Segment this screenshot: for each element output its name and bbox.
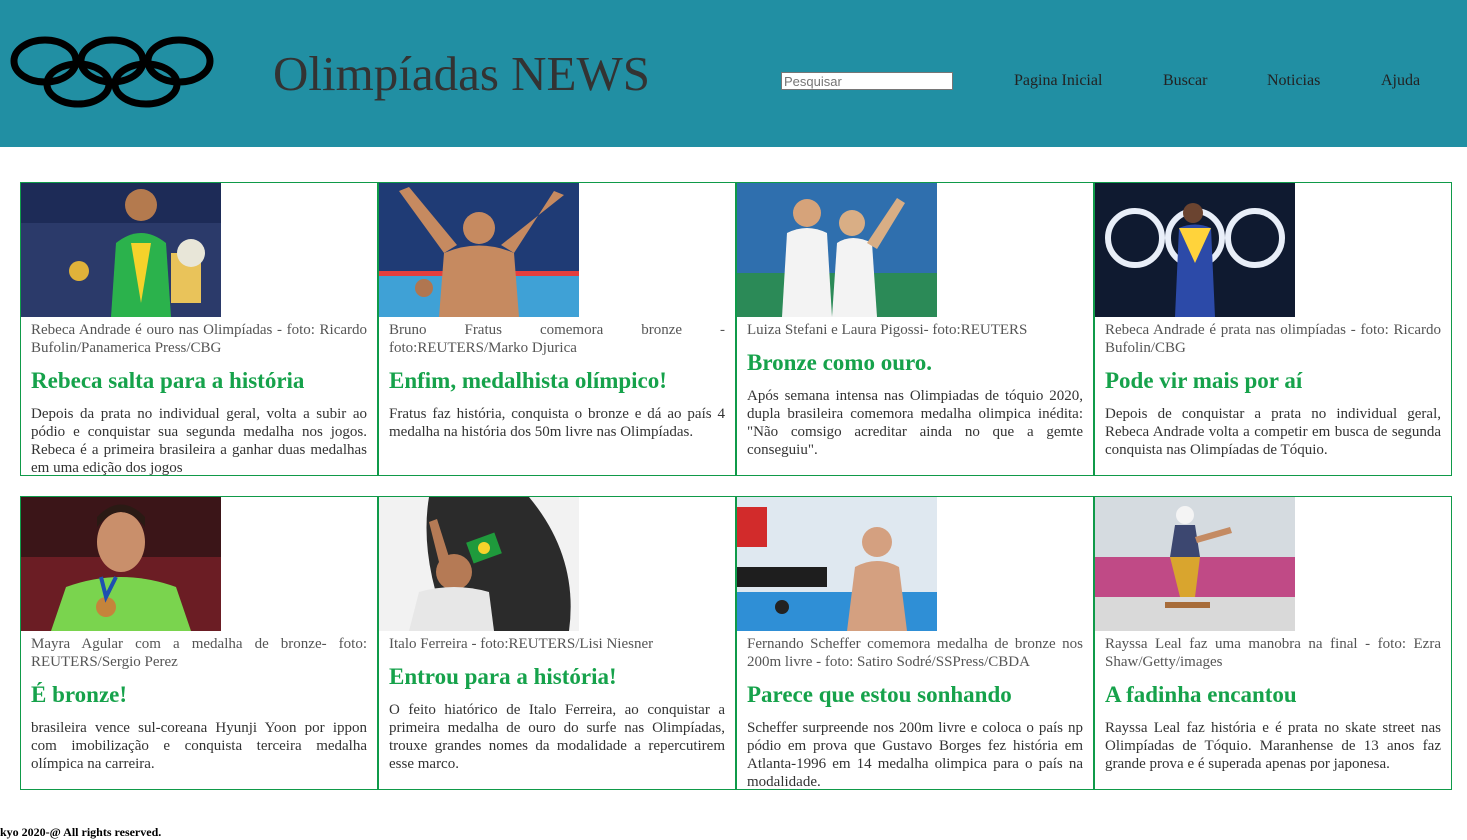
article-summary: Rayssa Leal faz história e é prata no sk… <box>1105 720 1441 772</box>
article-summary: Após semana intensa nas Olimpiadas de tó… <box>747 388 1083 458</box>
news-card[interactable]: Italo Ferreira - foto:REUTERS/Lisi Niesn… <box>378 496 736 790</box>
article-photo[interactable] <box>1095 497 1295 631</box>
article-headline[interactable]: Parece que estou sonhando <box>747 681 1083 709</box>
article-headline[interactable]: Bronze como ouro. <box>747 349 1083 377</box>
nav-pagina-inicial[interactable]: Pagina Inicial <box>1014 72 1102 90</box>
article-summary: Fratus faz história, conquista o bronze … <box>389 406 725 440</box>
news-card[interactable]: Rebeca Andrade é ouro nas Olimpíadas - f… <box>20 182 378 476</box>
article-photo[interactable] <box>379 497 579 631</box>
footer-copyright: kyo 2020-@ All rights reserved. <box>0 825 162 839</box>
photo-caption: Rayssa Leal faz uma manobra na final - f… <box>1105 636 1441 670</box>
article-headline[interactable]: Entrou para a história! <box>389 663 725 691</box>
article-headline[interactable]: Enfim, medalhista olímpico! <box>389 367 725 395</box>
news-card[interactable]: Mayra Agular com a medalha de bronze- fo… <box>20 496 378 790</box>
photo-caption: Rebeca Andrade é ouro nas Olimpíadas - f… <box>31 322 367 356</box>
article-headline[interactable]: Rebeca salta para a história <box>31 367 367 395</box>
news-card[interactable]: Rayssa Leal faz uma manobra na final - f… <box>1094 496 1452 790</box>
article-summary: brasileira vence sul-coreana Hyunji Yoon… <box>31 720 367 772</box>
news-row-2: Mayra Agular com a medalha de bronze- fo… <box>20 496 1454 790</box>
olympic-rings-logo <box>10 36 214 108</box>
article-photo[interactable] <box>21 183 221 317</box>
photo-caption: Fernando Scheffer comemora medalha de br… <box>747 636 1083 670</box>
site-header: Olimpíadas NEWS Pagina Inicial Buscar No… <box>0 0 1467 147</box>
nav-ajuda[interactable]: Ajuda <box>1381 72 1420 90</box>
news-card[interactable]: Bruno Fratus comemora bronze - foto:REUT… <box>378 182 736 476</box>
news-row-1: Rebeca Andrade é ouro nas Olimpíadas - f… <box>20 182 1454 476</box>
nav-noticias[interactable]: Noticias <box>1267 72 1320 90</box>
article-headline[interactable]: A fadinha encantou <box>1105 681 1441 709</box>
photo-caption: Rebeca Andrade é prata nas olimpíadas - … <box>1105 322 1441 356</box>
photo-caption: Mayra Agular com a medalha de bronze- fo… <box>31 636 367 670</box>
article-summary: Depois da prata no individual geral, vol… <box>31 406 367 476</box>
article-headline[interactable]: Pode vir mais por aí <box>1105 367 1441 395</box>
news-card[interactable]: Luiza Stefani e Laura Pigossi- foto:REUT… <box>736 182 1094 476</box>
article-photo[interactable] <box>737 497 937 631</box>
article-headline[interactable]: É bronze! <box>31 681 367 709</box>
search-input[interactable] <box>781 72 953 90</box>
nav-buscar[interactable]: Buscar <box>1163 72 1207 90</box>
photo-caption: Luiza Stefani e Laura Pigossi- foto:REUT… <box>747 322 1028 338</box>
article-photo[interactable] <box>737 183 937 317</box>
site-title: Olimpíadas NEWS <box>273 46 650 101</box>
article-photo[interactable] <box>379 183 579 317</box>
photo-caption: Italo Ferreira - foto:REUTERS/Lisi Niesn… <box>389 636 654 652</box>
article-photo[interactable] <box>21 497 221 631</box>
article-summary: Scheffer surpreende nos 200m livre e col… <box>747 720 1083 790</box>
photo-caption: Bruno Fratus comemora bronze - foto:REUT… <box>389 322 725 356</box>
news-card[interactable]: Rebeca Andrade é prata nas olimpíadas - … <box>1094 182 1452 476</box>
article-summary: O feito hiatórico de Italo Ferreira, ao … <box>389 702 725 772</box>
article-photo[interactable] <box>1095 183 1295 317</box>
news-card[interactable]: Fernando Scheffer comemora medalha de br… <box>736 496 1094 790</box>
article-summary: Depois de conquistar a prata no individu… <box>1105 406 1441 458</box>
